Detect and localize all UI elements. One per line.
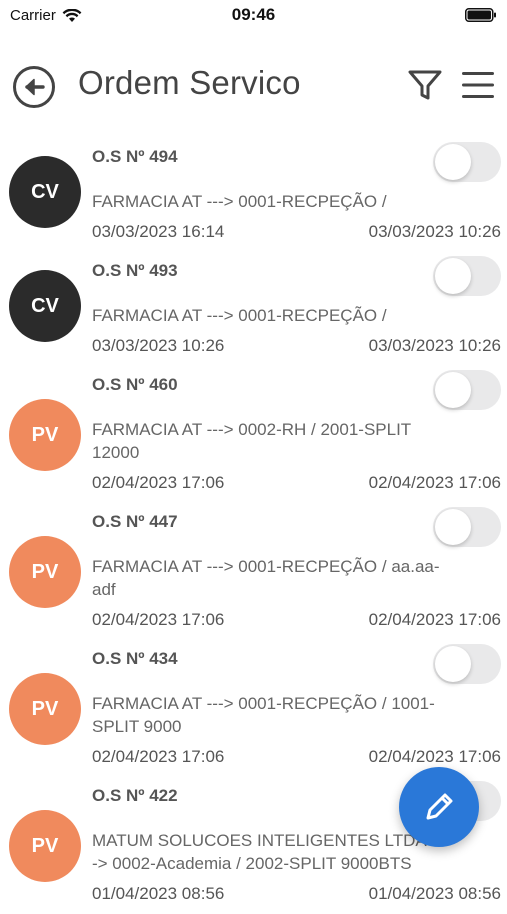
order-toggle[interactable] [433, 370, 501, 410]
order-description: FARMACIA AT ---> 0001-RECPEÇÃO / aa.aa-a… [92, 557, 440, 599]
order-date-end: 01/04/2023 08:56 [368, 884, 501, 903]
order-toggle[interactable] [433, 507, 501, 547]
order-number: O.S Nº 447 [92, 512, 178, 531]
order-number: O.S Nº 494 [92, 147, 178, 166]
list-item[interactable]: PV O.S Nº 434 FARMACIA AT ---> 0001-RECP… [0, 640, 507, 777]
order-date-end: 02/04/2023 17:06 [368, 747, 501, 766]
order-number: O.S Nº 493 [92, 261, 178, 280]
order-date-end: 03/03/2023 10:26 [368, 222, 501, 241]
order-date-end: 02/04/2023 17:06 [368, 473, 501, 492]
avatar: CV [9, 156, 81, 228]
avatar: PV [9, 536, 81, 608]
avatar: PV [9, 673, 81, 745]
list-item[interactable]: CV O.S Nº 494 FARMACIA AT ---> 0001-RECP… [0, 138, 507, 252]
order-date-start: 02/04/2023 17:06 [92, 747, 225, 766]
order-description: MATUM SOLUCOES INTELIGENTES LTDA ---> 00… [92, 831, 442, 873]
order-date-end: 03/03/2023 10:26 [368, 336, 501, 355]
order-date-start: 02/04/2023 17:06 [92, 473, 225, 492]
order-toggle[interactable] [433, 142, 501, 182]
page-title: Ordem Servico [78, 64, 301, 101]
toggle-knob [435, 509, 471, 545]
status-bar: Carrier 09:46 [0, 0, 507, 34]
order-date-start: 03/03/2023 16:14 [92, 222, 225, 241]
order-number: O.S Nº 434 [92, 649, 178, 668]
order-toggle[interactable] [433, 644, 501, 684]
order-date-start: 02/04/2023 17:06 [92, 610, 225, 629]
toggle-knob [435, 646, 471, 682]
order-date-start: 03/03/2023 10:26 [92, 336, 225, 355]
order-date-start: 01/04/2023 08:56 [92, 884, 225, 903]
order-number: O.S Nº 460 [92, 375, 178, 394]
order-description: FARMACIA AT ---> 0001-RECPEÇÃO / 1001-SP… [92, 694, 435, 736]
toggle-knob [435, 258, 471, 294]
order-toggle[interactable] [433, 256, 501, 296]
app-header: Ordem Servico [0, 58, 507, 114]
edit-fab-button[interactable] [399, 767, 479, 847]
toggle-knob [435, 144, 471, 180]
list-item[interactable]: CV O.S Nº 493 FARMACIA AT ---> 0001-RECP… [0, 252, 507, 366]
status-time: 09:46 [231, 5, 276, 24]
back-arrow-icon[interactable] [12, 65, 56, 109]
list-item[interactable]: PV O.S Nº 460 FARMACIA AT ---> 0002-RH /… [0, 366, 507, 503]
avatar: PV [9, 399, 81, 471]
battery-icon [465, 8, 496, 22]
list-item[interactable]: PV O.S Nº 447 FARMACIA AT ---> 0001-RECP… [0, 503, 507, 640]
order-description: FARMACIA AT ---> 0001-RECPEÇÃO / [92, 192, 387, 211]
order-description: FARMACIA AT ---> 0001-RECPEÇÃO / [92, 306, 387, 325]
avatar: PV [9, 810, 81, 882]
filter-icon[interactable] [406, 66, 444, 104]
avatar: CV [9, 270, 81, 342]
order-date-end: 02/04/2023 17:06 [368, 610, 501, 629]
hamburger-menu-icon[interactable] [460, 68, 496, 102]
order-description: FARMACIA AT ---> 0002-RH / 2001-SPLIT 12… [92, 420, 411, 462]
order-number: O.S Nº 422 [92, 786, 178, 805]
pencil-icon [426, 793, 453, 820]
toggle-knob [435, 372, 471, 408]
